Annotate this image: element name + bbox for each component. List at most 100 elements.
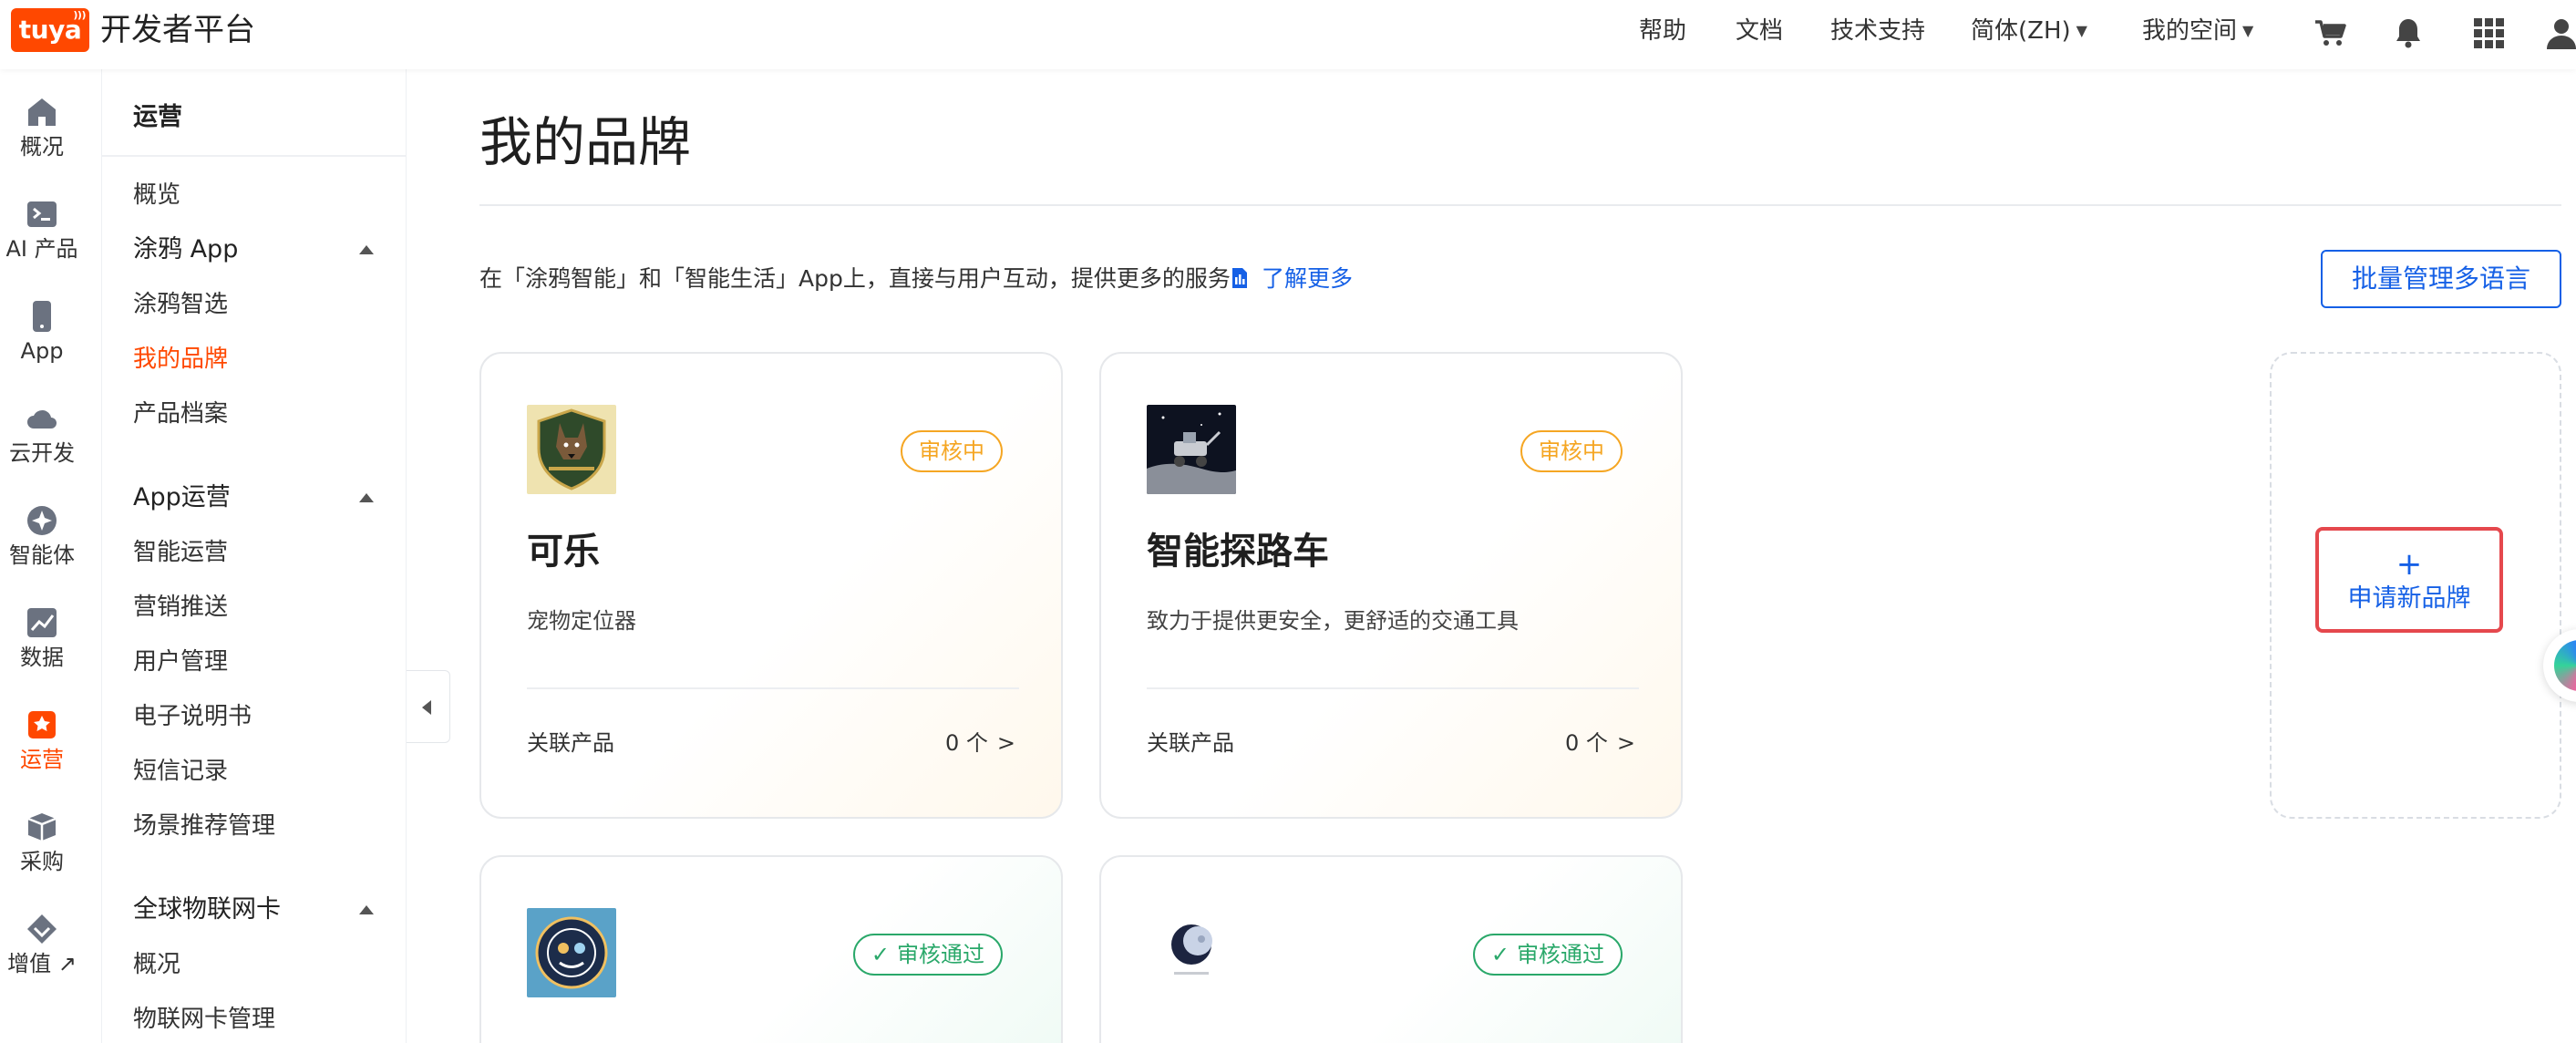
learn-more-link[interactable]: 了解更多 bbox=[1231, 263, 1353, 295]
nav-support[interactable]: 技术支持 bbox=[1830, 15, 1925, 47]
my-space-dropdown[interactable]: 我的空间 ▼ bbox=[2142, 15, 2253, 47]
batch-manage-languages-button[interactable]: 批量管理多语言 bbox=[2321, 250, 2561, 308]
divider bbox=[527, 687, 1019, 689]
rail-item-cloud-dev[interactable]: 云开发 bbox=[0, 401, 84, 467]
home-icon bbox=[28, 98, 56, 126]
subnav-item-smart-operations[interactable]: 智能运营 bbox=[133, 536, 228, 569]
linked-products-count[interactable]: 0 个 > bbox=[1565, 728, 1635, 759]
document-icon bbox=[1232, 268, 1247, 288]
rail-item-operations[interactable]: 运营 bbox=[0, 707, 84, 773]
circle-emblem-logo bbox=[527, 908, 616, 997]
divider bbox=[1147, 687, 1639, 689]
nav-docs[interactable]: 文档 bbox=[1736, 15, 1783, 47]
divider bbox=[102, 155, 407, 157]
cart-icon[interactable] bbox=[2312, 15, 2348, 51]
rail-label: 采购 bbox=[20, 849, 64, 874]
subnav-item-product-archive[interactable]: 产品档案 bbox=[133, 398, 228, 430]
rail-item-purchase[interactable]: 采购 bbox=[0, 810, 84, 875]
box-icon bbox=[27, 813, 57, 841]
subnav-item-iot-card-management[interactable]: 物联网卡管理 bbox=[133, 1003, 275, 1036]
status-badge: 审核中 bbox=[901, 430, 1003, 472]
linked-products-label: 关联产品 bbox=[1147, 730, 1234, 756]
caret-up-icon[interactable] bbox=[359, 245, 374, 254]
app-grid-icon[interactable] bbox=[2470, 15, 2507, 51]
subnav-item-tuya-select[interactable]: 涂鸦智选 bbox=[133, 288, 228, 321]
collapse-sidebar-button[interactable] bbox=[407, 670, 450, 743]
platform-name[interactable]: 开发者平台 bbox=[100, 12, 255, 48]
chart-icon bbox=[27, 608, 57, 637]
subnav-group-iot-card[interactable]: 全球物联网卡 bbox=[133, 893, 281, 926]
subnav-group-tuya-app[interactable]: 涂鸦 App bbox=[133, 233, 238, 266]
nav-help[interactable]: 帮助 bbox=[1639, 15, 1686, 47]
apply-new-brand-button[interactable]: + 申请新品牌 bbox=[2315, 527, 2503, 633]
check-icon: ✓ bbox=[1490, 942, 1510, 967]
dog-shield-logo bbox=[527, 405, 616, 494]
brand-card[interactable]: ✓ 审核通过 bbox=[479, 855, 1063, 1043]
apply-new-brand-label: 申请新品牌 bbox=[2347, 584, 2471, 613]
rail-label: 云开发 bbox=[9, 440, 75, 466]
logo-text: tuya bbox=[18, 15, 82, 45]
count-value: 0 个 bbox=[1564, 730, 1608, 756]
subnav-item-overview[interactable]: 概览 bbox=[133, 179, 180, 212]
bell-icon[interactable] bbox=[2390, 15, 2427, 51]
sparkle-icon bbox=[27, 506, 57, 535]
count-value: 0 个 bbox=[944, 730, 988, 756]
caret-up-icon[interactable] bbox=[359, 493, 374, 502]
brand-card[interactable]: ✓ 审核通过 bbox=[1099, 855, 1683, 1043]
secondary-sidebar: 运营 概览 涂鸦 App 涂鸦智选 我的品牌 产品档案 App运营 智能运营 营… bbox=[102, 69, 407, 1043]
rail-label: 概况 bbox=[20, 134, 64, 160]
intro-text: 在「涂鸦智能」和「智能生活」App上，直接与用户互动，提供更多的服务 bbox=[479, 265, 1231, 292]
rail-item-overview[interactable]: 概况 bbox=[0, 95, 84, 160]
rail-label: App bbox=[20, 338, 64, 364]
subnav-item-user-management[interactable]: 用户管理 bbox=[133, 645, 228, 678]
chevron-right-icon: > bbox=[1616, 730, 1635, 756]
nav-support-label: 技术支持 bbox=[1830, 17, 1926, 45]
status-badge: 审核中 bbox=[1520, 430, 1623, 472]
rail-item-value-added[interactable]: 增值 ↗ bbox=[0, 912, 84, 977]
rail-item-app[interactable]: App bbox=[0, 299, 84, 365]
status-badge: ✓ 审核通过 bbox=[852, 934, 1003, 976]
subnav-item-marketing-push[interactable]: 营销推送 bbox=[133, 591, 228, 624]
rail-label: 智能体 bbox=[9, 542, 75, 568]
rail-item-ai-products[interactable]: AI 产品 bbox=[0, 197, 84, 263]
status-badge: ✓ 审核通过 bbox=[1472, 934, 1623, 976]
diamond-icon bbox=[27, 914, 57, 944]
rail-item-data[interactable]: 数据 bbox=[0, 605, 84, 671]
learn-more-label: 了解更多 bbox=[1262, 265, 1354, 292]
brand-card[interactable]: 审核中 智能探路车 致力于提供更安全，更舒适的交通工具 关联产品 0 个 > bbox=[1099, 352, 1683, 819]
subnav-item-sms-records[interactable]: 短信记录 bbox=[133, 755, 228, 788]
moon-emblem-logo bbox=[1147, 908, 1236, 997]
logo-signal-icon: ))) bbox=[73, 9, 86, 21]
nav-help-label: 帮助 bbox=[1639, 17, 1687, 45]
subnav-item-e-manual[interactable]: 电子说明书 bbox=[133, 700, 252, 733]
caret-up-icon[interactable] bbox=[359, 905, 374, 914]
status-label: 审核通过 bbox=[1517, 942, 1604, 967]
rail-item-agent[interactable]: 智能体 bbox=[0, 503, 84, 569]
rail-label: 运营 bbox=[20, 747, 64, 772]
brand-card[interactable]: 审核中 可乐 宠物定位器 关联产品 0 个 > bbox=[479, 352, 1063, 819]
subnav-item-iot-overview[interactable]: 概况 bbox=[133, 948, 180, 981]
user-icon[interactable] bbox=[2543, 15, 2576, 51]
moon-rover-logo bbox=[1147, 405, 1236, 494]
language-dropdown[interactable]: 简体(ZH) ▼ bbox=[1971, 15, 2087, 47]
rail-label: 数据 bbox=[20, 645, 64, 670]
subnav-group-app-operations[interactable]: App运营 bbox=[133, 481, 231, 514]
primary-nav-rail: 概况 AI 产品 App 云开发 智能体 数据 运营 采购 增值 ↗ bbox=[0, 69, 102, 1043]
subnav-item-scene-recommendation[interactable]: 场景推荐管理 bbox=[133, 810, 275, 842]
brand-name: 智能探路车 bbox=[1147, 531, 1329, 573]
caret-down-icon: ▼ bbox=[2242, 22, 2254, 39]
subnav-item-my-brands[interactable]: 我的品牌 bbox=[133, 343, 228, 376]
language-label: 简体(ZH) bbox=[1971, 17, 2071, 45]
plus-icon: + bbox=[2396, 546, 2423, 583]
nav-docs-label: 文档 bbox=[1736, 17, 1784, 45]
check-icon: ✓ bbox=[871, 942, 890, 967]
brand-name: 可乐 bbox=[527, 531, 600, 573]
top-bar: tuya))) 开发者平台 帮助 文档 技术支持 简体(ZH) ▼ 我的空间 ▼ bbox=[0, 0, 2576, 69]
linked-products-count[interactable]: 0 个 > bbox=[945, 728, 1015, 759]
tuya-logo[interactable]: tuya))) bbox=[11, 8, 89, 52]
brand-description: 致力于提供更安全，更舒适的交通工具 bbox=[1147, 608, 1519, 634]
caret-down-icon: ▼ bbox=[2076, 22, 2087, 39]
brand-description: 宠物定位器 bbox=[527, 608, 636, 634]
cloud-icon bbox=[27, 409, 57, 429]
assistant-orb-icon bbox=[2554, 640, 2576, 691]
